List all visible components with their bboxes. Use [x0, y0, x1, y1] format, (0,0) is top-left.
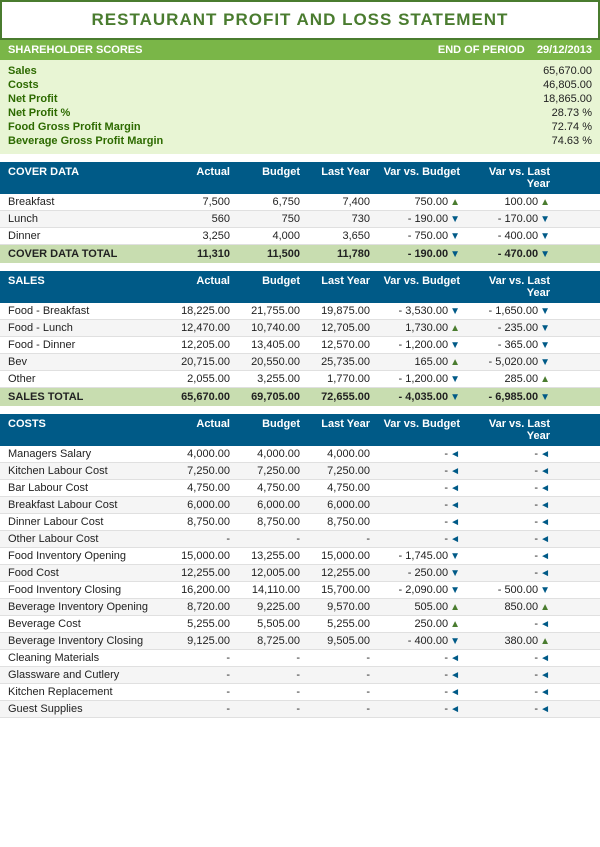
table-row: Cleaning Materials - - - - ◄ - ◄: [0, 650, 600, 667]
costs-section: COSTSActualBudgetLast YearVar vs. Budget…: [0, 414, 600, 718]
table-row: Managers Salary 4,000.00 4,000.00 4,000.…: [0, 446, 600, 463]
table-row: Bev 20,715.00 20,550.00 25,735.00 165.00…: [0, 354, 600, 371]
table-row: Lunch 560 750 730 - 190.00 ▼ - 170.00 ▼: [0, 211, 600, 228]
table-row: Breakfast 7,500 6,750 7,400 750.00 ▲ 100…: [0, 194, 600, 211]
table-row: Food Cost 12,255.00 12,005.00 12,255.00 …: [0, 565, 600, 582]
table-row: Kitchen Labour Cost 7,250.00 7,250.00 7,…: [0, 463, 600, 480]
table-row: Food Inventory Closing 16,200.00 14,110.…: [0, 582, 600, 599]
shareholder-section: SHAREHOLDER SCORES END OF PERIOD 29/12/2…: [0, 40, 600, 154]
shareholder-row: Net Profit %28.73 %: [8, 106, 592, 120]
table-row: Bar Labour Cost 4,750.00 4,750.00 4,750.…: [0, 480, 600, 497]
cover-data-section: COVER DATAActualBudgetLast YearVar vs. B…: [0, 162, 600, 263]
sales-section: SALESActualBudgetLast YearVar vs. Budget…: [0, 271, 600, 406]
table-row: Food - Dinner 12,205.00 13,405.00 12,570…: [0, 337, 600, 354]
shareholder-row: Food Gross Profit Margin72.74 %: [8, 120, 592, 134]
shareholder-row: Net Profit18,865.00: [8, 92, 592, 106]
table-row: Kitchen Replacement - - - - ◄ - ◄: [0, 684, 600, 701]
table-row: Food - Lunch 12,470.00 10,740.00 12,705.…: [0, 320, 600, 337]
table-row: Beverage Inventory Closing 9,125.00 8,72…: [0, 633, 600, 650]
shareholder-row: Costs46,805.00: [8, 78, 592, 92]
table-row: Beverage Cost 5,255.00 5,505.00 5,255.00…: [0, 616, 600, 633]
table-row: Breakfast Labour Cost 6,000.00 6,000.00 …: [0, 497, 600, 514]
shareholder-row: Beverage Gross Profit Margin74.63 %: [8, 134, 592, 148]
table-row: Guest Supplies - - - - ◄ - ◄: [0, 701, 600, 718]
table-row: Food - Breakfast 18,225.00 21,755.00 19,…: [0, 303, 600, 320]
shareholder-header-right: END OF PERIOD 29/12/2013: [438, 44, 592, 56]
shareholder-header-left: SHAREHOLDER SCORES: [8, 44, 142, 56]
table-row: Other Labour Cost - - - - ◄ - ◄: [0, 531, 600, 548]
main-title: RESTAURANT PROFIT AND LOSS STATEMENT: [0, 0, 600, 40]
table-row: Dinner Labour Cost 8,750.00 8,750.00 8,7…: [0, 514, 600, 531]
table-row: Other 2,055.00 3,255.00 1,770.00 - 1,200…: [0, 371, 600, 388]
table-row: Beverage Inventory Opening 8,720.00 9,22…: [0, 599, 600, 616]
table-row: Dinner 3,250 4,000 3,650 - 750.00 ▼ - 40…: [0, 228, 600, 245]
table-row: Glassware and Cutlery - - - - ◄ - ◄: [0, 667, 600, 684]
shareholder-row: Sales65,670.00: [8, 64, 592, 78]
table-row: Food Inventory Opening 15,000.00 13,255.…: [0, 548, 600, 565]
